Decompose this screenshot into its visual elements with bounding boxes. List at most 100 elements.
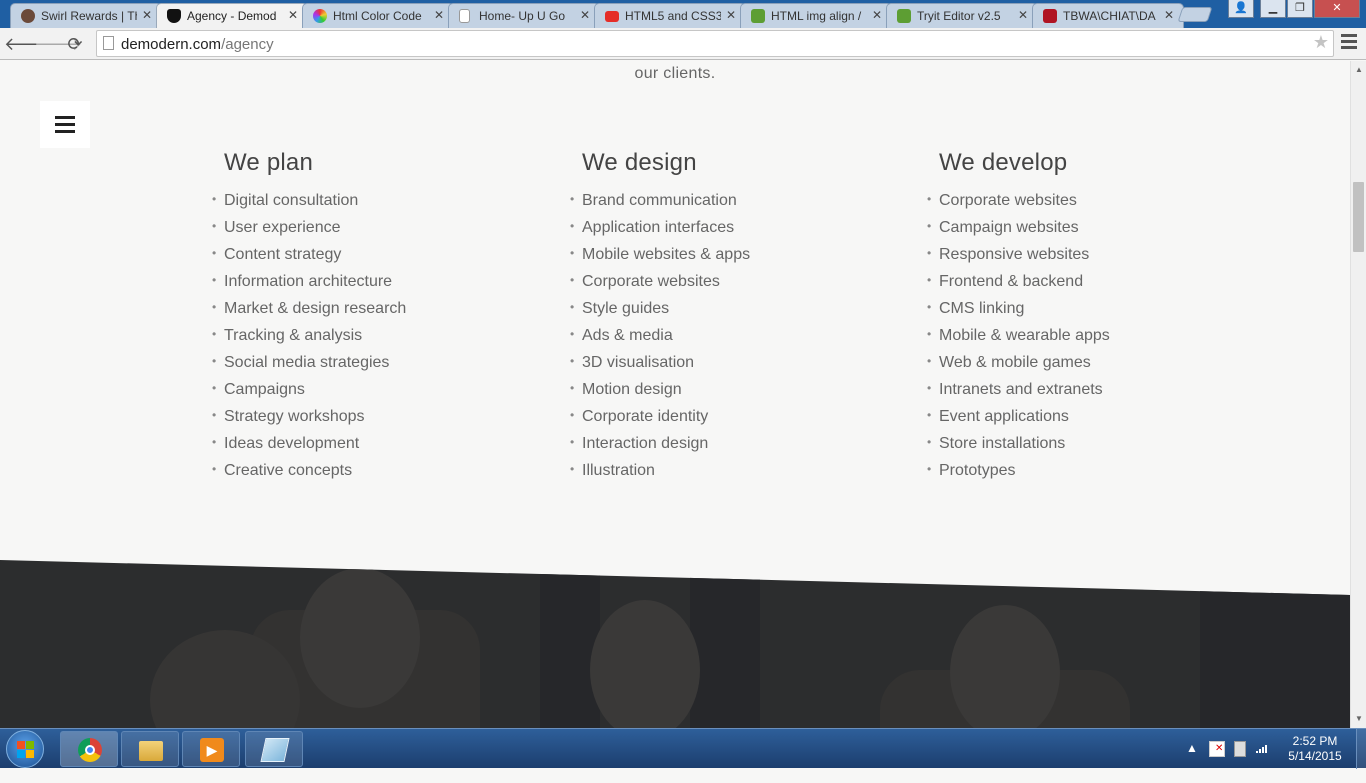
taskbar-file-explorer[interactable] — [121, 731, 179, 767]
tab-title: Html Color Code — [333, 9, 422, 23]
list-item-label: Creative concepts — [224, 462, 353, 479]
close-tab-icon[interactable]: ✕ — [1018, 8, 1028, 22]
address-bar[interactable]: demodern.com/agency ★ — [96, 30, 1334, 57]
tab-title: Home- Up U Go — [479, 9, 566, 23]
list-item: • CMS linking — [927, 300, 1110, 327]
bullet-icon: • — [212, 435, 217, 449]
bullet-icon: • — [570, 246, 575, 260]
list-item: • Ads & media — [570, 327, 750, 354]
tab-home-up-u-go[interactable]: Home- Up U Go ✕ — [448, 3, 600, 28]
list-item: • Information architecture — [212, 273, 406, 300]
list-item-label: Store installations — [939, 435, 1066, 452]
show-desktop-button[interactable] — [1356, 729, 1366, 769]
bullet-icon: • — [212, 354, 217, 368]
tab-swirl-rewards[interactable]: Swirl Rewards | Th ✕ — [10, 3, 162, 28]
reload-button[interactable]: ⟳ — [63, 32, 87, 56]
bullet-icon: • — [212, 192, 217, 206]
column-heading: We plan — [224, 149, 314, 176]
list-item: • Style guides — [570, 300, 750, 327]
close-tab-icon[interactable]: ✕ — [142, 8, 152, 22]
url-path: /agency — [221, 36, 274, 53]
bullet-icon: • — [570, 300, 575, 314]
tab-title: Agency - Demod — [187, 9, 277, 23]
photo-person-head — [950, 605, 1060, 728]
file-explorer-icon — [139, 741, 163, 761]
list-item: • Web & mobile games — [927, 354, 1110, 381]
minimize-button[interactable]: ▁ — [1260, 0, 1286, 18]
scroll-down-icon[interactable]: ▼ — [1351, 712, 1366, 726]
tab-agency-demodern[interactable]: Agency - Demod ✕ — [156, 3, 308, 29]
close-window-button[interactable]: ✕ — [1314, 0, 1360, 18]
list-item: • Digital consultation — [212, 192, 406, 219]
bullet-icon: • — [212, 327, 217, 341]
shield-icon — [167, 9, 181, 23]
list-item: • Campaign websites — [927, 219, 1110, 246]
list-item-label: Web & mobile games — [939, 354, 1091, 371]
list-item: • Event applications — [927, 408, 1110, 435]
list-item-label: Application interfaces — [582, 219, 735, 236]
scrollbar-thumb[interactable] — [1353, 182, 1364, 252]
vertical-scrollbar[interactable]: ▲ ▼ — [1350, 61, 1366, 728]
forward-button[interactable]: 🡒 — [34, 32, 82, 56]
system-clock[interactable]: 2:52 PM 5/14/2015 — [1280, 734, 1350, 764]
page-icon — [459, 9, 470, 23]
page-icon — [103, 36, 114, 50]
url-domain: demodern.com — [121, 36, 222, 53]
list-item: • Corporate identity — [570, 408, 750, 435]
list-item-label: Prototypes — [939, 462, 1016, 479]
bullet-icon: • — [927, 246, 932, 260]
url-text[interactable]: demodern.com/agency — [121, 36, 274, 53]
bullet-icon: • — [927, 354, 932, 368]
show-hidden-icons-button[interactable]: ▲ — [1186, 741, 1198, 781]
new-tab-button[interactable] — [1177, 7, 1213, 22]
battery-icon[interactable] — [1234, 741, 1246, 757]
action-center-flag-icon[interactable]: ✕ — [1209, 741, 1225, 757]
notepad-icon — [260, 738, 290, 762]
list-item: • Responsive websites — [927, 246, 1110, 273]
scroll-up-icon[interactable]: ▲ — [1351, 63, 1366, 77]
back-button[interactable]: 🡐 — [4, 32, 52, 56]
bookmark-star-icon[interactable]: ★ — [1313, 32, 1329, 53]
tab-html5-css3[interactable]: HTML5 and CSS3 ✕ — [594, 3, 746, 28]
bullet-icon: • — [570, 462, 575, 476]
close-tab-icon[interactable]: ✕ — [580, 8, 590, 22]
service-list: • Digital consultation • User experience •… — [212, 192, 406, 489]
tab-tbwa-chiat-day[interactable]: TBWA\CHIAT\DA ✕ — [1032, 3, 1184, 28]
taskbar-chrome[interactable] — [60, 731, 118, 767]
hamburger-menu-button[interactable] — [40, 101, 90, 148]
list-item-label: Mobile & wearable apps — [939, 327, 1110, 344]
tab-strip: Swirl Rewards | Th ✕ Agency - Demod ✕ Ht… — [0, 0, 1366, 29]
close-tab-icon[interactable]: ✕ — [1164, 8, 1174, 22]
bullet-icon: • — [212, 408, 217, 422]
close-tab-icon[interactable]: ✕ — [434, 8, 444, 22]
start-button[interactable] — [6, 730, 44, 768]
bullet-icon: • — [212, 246, 217, 260]
close-tab-icon[interactable]: ✕ — [288, 8, 298, 22]
restore-button[interactable]: ❐ — [1287, 0, 1313, 18]
list-item-label: Responsive websites — [939, 246, 1090, 263]
tab-tryit-editor[interactable]: Tryit Editor v2.5 ✕ — [886, 3, 1038, 28]
list-item-label: Corporate websites — [939, 192, 1077, 209]
column-heading: We design — [582, 149, 697, 176]
close-tab-icon[interactable]: ✕ — [872, 8, 882, 22]
youtube-icon — [605, 11, 619, 22]
w3schools-icon — [751, 9, 765, 23]
list-item: • Intranets and extranets — [927, 381, 1110, 408]
column-we-plan: We plan • Digital consultation • User expe… — [212, 149, 406, 489]
tab-title: HTML img align / — [771, 9, 862, 23]
bullet-icon: • — [570, 408, 575, 422]
list-item: • Motion design — [570, 381, 750, 408]
tab-html-color-codes[interactable]: Html Color Code ✕ — [302, 3, 454, 28]
list-item-label: Frontend & backend — [939, 273, 1084, 290]
clock-time: 2:52 PM — [1292, 734, 1338, 748]
user-profile-button[interactable]: 👤 — [1228, 0, 1254, 18]
taskbar-notepad[interactable] — [245, 731, 303, 767]
taskbar-media-player[interactable]: ▶ — [182, 731, 240, 767]
chrome-menu-button[interactable] — [1341, 34, 1357, 52]
close-tab-icon[interactable]: ✕ — [726, 8, 736, 22]
list-item: • Illustration — [570, 462, 750, 489]
list-item: • Corporate websites — [570, 273, 750, 300]
tab-html-img-align[interactable]: HTML img align / ✕ — [740, 3, 892, 28]
intro-text: our clients. — [634, 65, 716, 82]
list-item-label: Event applications — [939, 408, 1069, 425]
